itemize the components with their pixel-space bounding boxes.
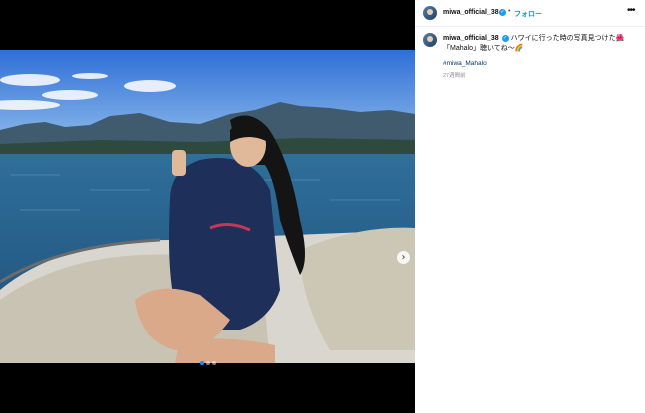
- caption-verified-badge-icon: ✓: [501, 34, 509, 42]
- carousel-dot-2: [205, 361, 210, 365]
- avatar[interactable]: [423, 6, 437, 20]
- header-username[interactable]: miwa_official_38: [443, 9, 499, 16]
- caption-username[interactable]: miwa_official_38: [443, 35, 499, 42]
- post-timestamp[interactable]: 27週間前: [443, 71, 466, 79]
- hawaii-boat-photo: [0, 50, 415, 363]
- separator-dot: •: [508, 8, 511, 15]
- post-photo[interactable]: ›: [0, 50, 415, 363]
- post-caption: miwa_official_38 ✓ ハワイに行った時の写真見つけた🌺「Mahal…: [443, 34, 638, 54]
- verified-badge-icon: ✓: [499, 9, 506, 16]
- post-header: miwa_official_38 ✓ • フォロー •••: [415, 0, 645, 27]
- hashtag-link[interactable]: #miwa_Mahalo: [443, 60, 487, 67]
- caption-avatar[interactable]: [423, 33, 437, 47]
- next-media-button[interactable]: ›: [397, 251, 410, 264]
- follow-button[interactable]: フォロー: [514, 9, 542, 19]
- media-viewer: ›: [0, 0, 415, 413]
- carousel-indicator: [0, 352, 415, 370]
- more-options-icon[interactable]: •••: [627, 5, 635, 16]
- carousel-dot-1: [199, 361, 204, 365]
- post-sidebar: miwa_official_38 ✓ • フォロー ••• miwa_offic…: [415, 0, 645, 413]
- carousel-dot-3: [211, 361, 216, 365]
